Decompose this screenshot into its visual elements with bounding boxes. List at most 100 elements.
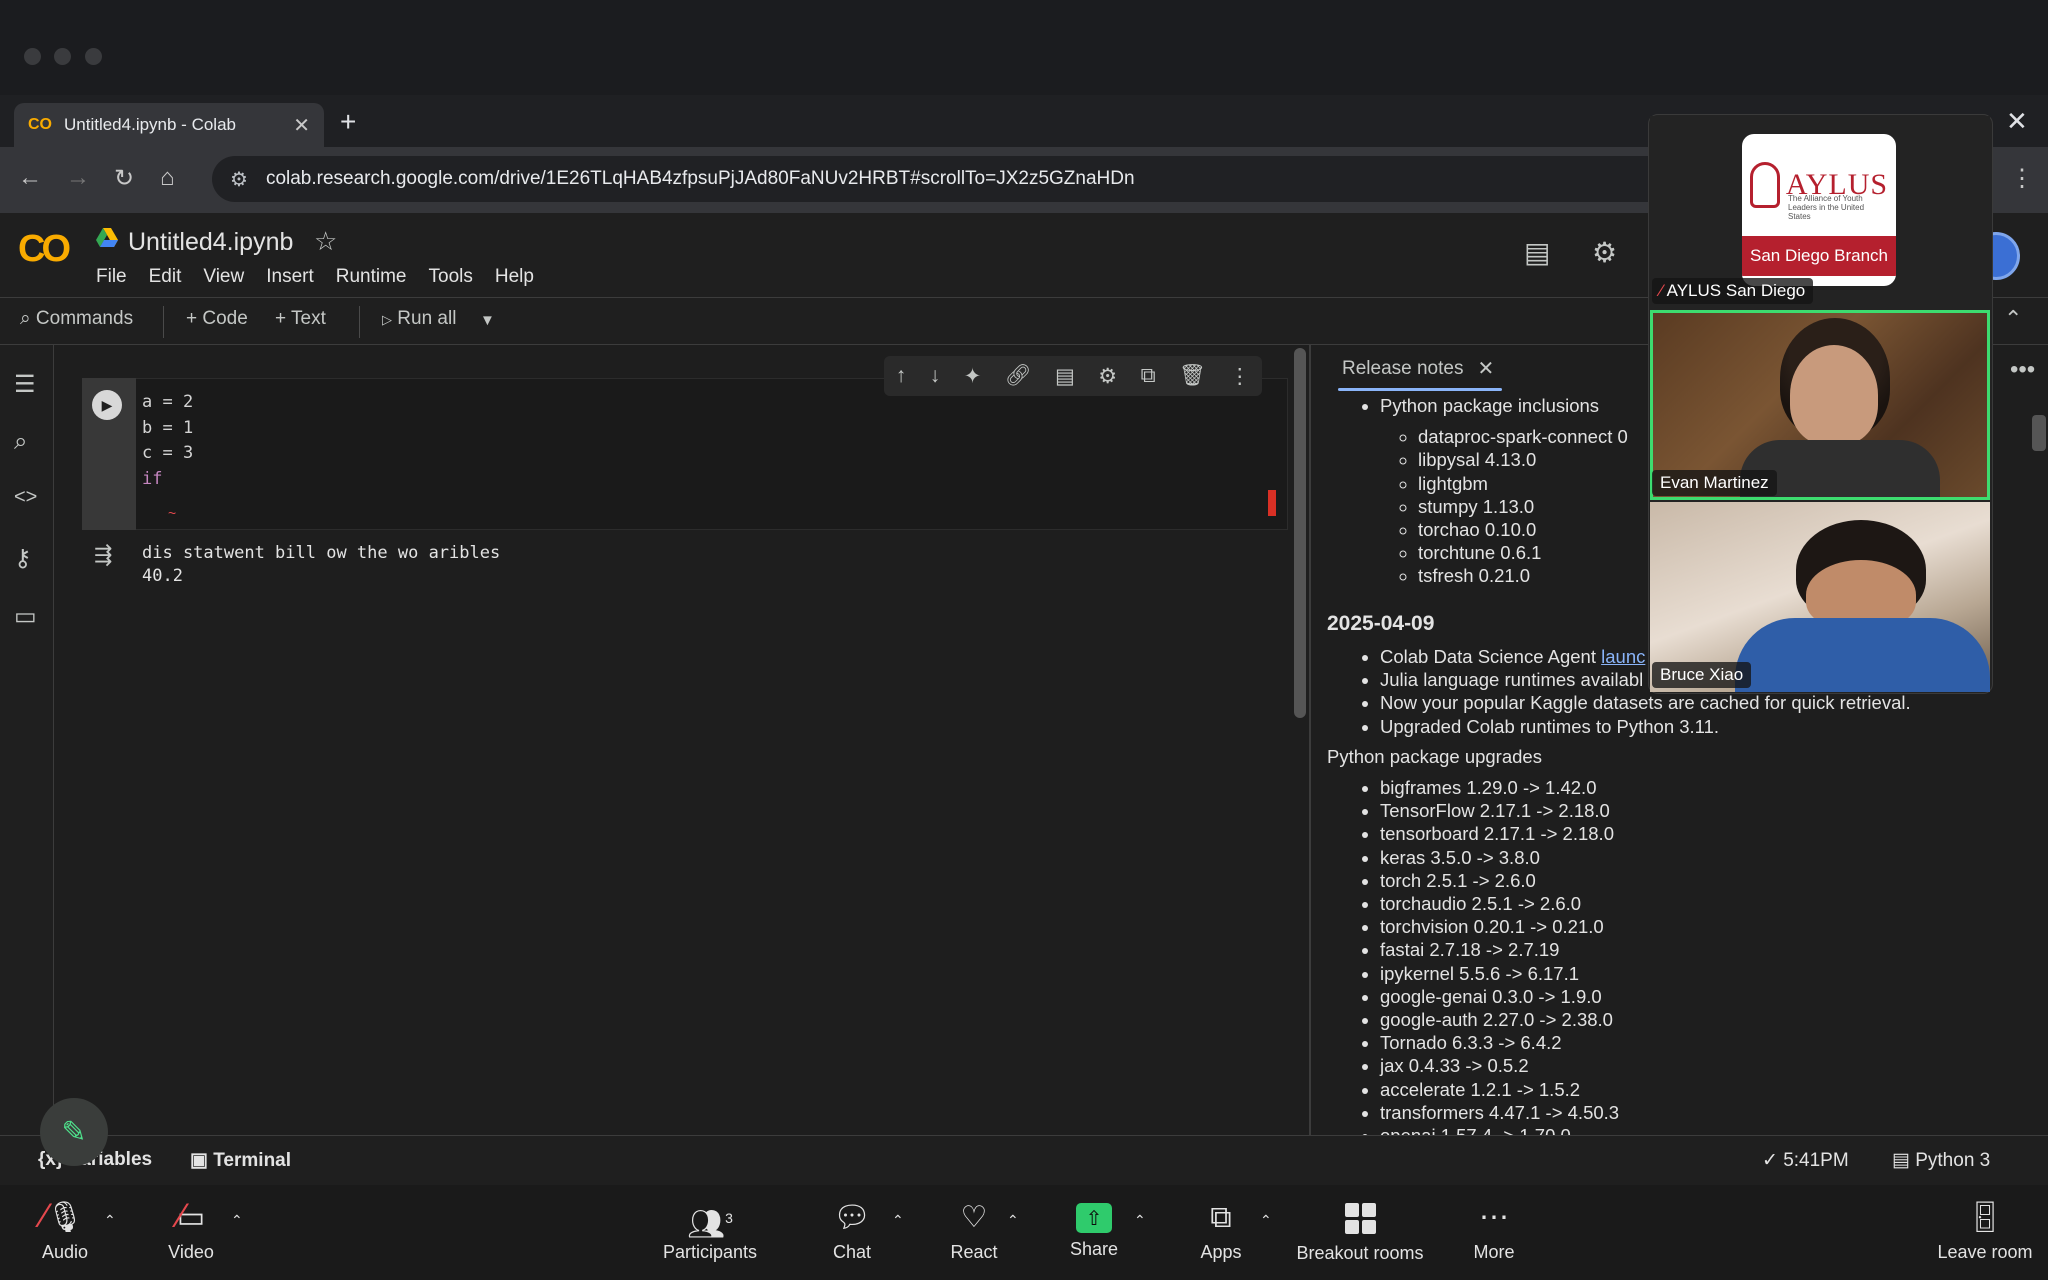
link-icon[interactable]: 🔗︎ [1005, 364, 1032, 388]
comment-icon[interactable]: ▤ [1055, 364, 1075, 389]
url-text: colab.research.google.com/drive/1E26TLqH… [265, 168, 1135, 189]
code-editor[interactable]: a = 2 b = 1 c = 3 if [142, 390, 193, 492]
launch-link[interactable]: launc [1601, 646, 1645, 667]
mirror-cell-icon[interactable]: ⧉ [1141, 364, 1156, 388]
move-up-icon[interactable]: ↑ [896, 364, 907, 388]
more-horiz-icon: ⋯ [1479, 1201, 1509, 1234]
close-window-button[interactable] [24, 48, 41, 65]
breakout-rooms-button[interactable]: Breakout rooms [1284, 1200, 1436, 1264]
collapse-header-icon[interactable]: ⌃ [2004, 306, 2022, 332]
run-all-button[interactable]: ▷ Run all [382, 308, 456, 330]
runtime-indicator[interactable]: ▤ Python 3 [1892, 1149, 1990, 1172]
table-of-contents-icon[interactable]: ☰ [14, 370, 36, 399]
video-button[interactable]: ▭ ⁄ Video [131, 1198, 251, 1263]
home-icon[interactable]: ⌂ [160, 164, 175, 192]
browser-menu-icon[interactable]: ⋮ [2010, 164, 2034, 193]
more-button[interactable]: ⋯ More [1434, 1200, 1554, 1263]
close-icon[interactable]: ✕ [2006, 106, 2028, 137]
participants-button[interactable]: 👥︎3 Participants [650, 1200, 770, 1263]
execution-status[interactable]: ✓ 5:41PM [1762, 1149, 1849, 1172]
run-all-dropdown-icon[interactable]: ▼ [480, 312, 495, 329]
menu-file[interactable]: File [96, 266, 127, 288]
list-item: google-auth 2.27.0 -> 2.38.0 [1380, 1008, 1619, 1031]
colab-logo[interactable]: CO [18, 228, 71, 271]
settings-gear-icon[interactable]: ⚙ [1592, 236, 1617, 269]
terminal-button[interactable]: ▣ Terminal [190, 1149, 291, 1172]
back-arrow-icon[interactable]: ← [18, 164, 42, 192]
list-item: jax 0.4.33 -> 0.5.2 [1380, 1054, 1619, 1077]
star-icon[interactable]: ☆ [314, 226, 337, 257]
menu-view[interactable]: View [203, 266, 244, 288]
colab-favicon: CO [28, 116, 52, 133]
notebook-title[interactable]: Untitled4.ipynb [128, 228, 293, 257]
apps-button[interactable]: ⧉ Apps [1161, 1200, 1281, 1263]
code-line: c = 3 [142, 443, 194, 463]
leave-room-button[interactable]: 🚪︎ Leave room [1925, 1200, 2045, 1263]
comments-icon[interactable]: ▤ [1524, 236, 1550, 269]
share-button[interactable]: ⇧ Share [1034, 1200, 1154, 1260]
close-icon[interactable]: ✕ [1477, 356, 1494, 381]
runtime-icon: ▤ [1892, 1150, 1910, 1171]
address-bar[interactable]: ⚙ colab.research.google.com/drive/1E26TL… [212, 156, 1672, 202]
release-notes-scrollbar[interactable] [2032, 415, 2046, 451]
play-icon: ▷ [382, 312, 392, 327]
delete-icon[interactable]: 🗑︎ [1179, 364, 1206, 388]
browser-tab[interactable]: CO Untitled4.ipynb - Colab ✕ [14, 103, 324, 147]
heart-icon: ♡ [960, 1201, 988, 1234]
add-text-button[interactable]: + Text [275, 308, 326, 330]
tab-release-notes[interactable]: Release notes ✕ [1342, 356, 1494, 381]
list-item: libpysal 4.13.0 [1418, 448, 1628, 471]
video-options-caret-icon[interactable]: ⌃ [231, 1212, 243, 1229]
menu-runtime[interactable]: Runtime [336, 266, 407, 288]
output-clear-icon[interactable]: ⇶ [94, 542, 112, 568]
files-folder-icon[interactable]: ▭ [14, 602, 37, 631]
site-settings-icon[interactable]: ⚙ [230, 167, 248, 192]
new-tab-button[interactable]: + [340, 106, 356, 138]
audio-button[interactable]: 🎙︎ ⁄ Audio [5, 1198, 125, 1263]
apps-options-caret-icon[interactable]: ⌃ [1260, 1212, 1272, 1229]
share-options-caret-icon[interactable]: ⌃ [1134, 1212, 1146, 1229]
list-item: stumpy 1.13.0 [1418, 495, 1628, 518]
chat-button[interactable]: 💬︎ Chat [792, 1200, 912, 1263]
annotate-pen-icon[interactable]: ✎ [40, 1098, 108, 1166]
more-horiz-icon[interactable]: ••• [2010, 356, 2035, 384]
list-item: TensorFlow 2.17.1 -> 2.18.0 [1380, 799, 1619, 822]
menu-insert[interactable]: Insert [266, 266, 314, 288]
move-down-icon[interactable]: ↓ [930, 364, 941, 388]
add-code-button[interactable]: + Code [186, 308, 248, 330]
find-replace-icon[interactable]: ⌕ [14, 428, 27, 456]
reload-icon[interactable]: ↻ [114, 164, 134, 193]
list-item: tensorboard 2.17.1 -> 2.18.0 [1380, 822, 1619, 845]
close-tab-icon[interactable]: ✕ [293, 113, 310, 138]
list-item: ipykernel 5.5.6 -> 6.17.1 [1380, 962, 1619, 985]
code-cell[interactable] [82, 378, 1288, 530]
list-item: transformers 4.47.1 -> 4.50.3 [1380, 1101, 1619, 1124]
minimize-window-button[interactable] [54, 48, 71, 65]
left-sidebar [0, 345, 54, 1135]
menu-edit[interactable]: Edit [149, 266, 182, 288]
cell-settings-icon[interactable]: ⚙ [1098, 364, 1117, 389]
react-button[interactable]: ♡ React [914, 1200, 1034, 1263]
release-notes-section: Python package inclusions dataproc-spark… [1362, 394, 1628, 588]
release-date-heading: 2025-04-09 [1327, 612, 1435, 635]
apps-icon: ⧉ [1210, 1201, 1232, 1234]
more-vert-icon[interactable]: ⋮ [1229, 364, 1250, 389]
zoom-window-button[interactable] [85, 48, 102, 65]
participants-icon: 👥︎3 [687, 1208, 733, 1241]
code-snippets-icon[interactable]: <> [14, 486, 37, 509]
react-options-caret-icon[interactable]: ⌃ [1007, 1212, 1019, 1229]
forward-arrow-icon[interactable]: → [66, 164, 90, 192]
breakout-rooms-icon [1344, 1203, 1376, 1234]
google-drive-icon [96, 228, 118, 247]
gemini-sparkle-icon[interactable]: ✦ [964, 364, 982, 389]
menu-help[interactable]: Help [495, 266, 534, 288]
commands-button[interactable]: ⌕ Commands [20, 308, 133, 330]
audio-options-caret-icon[interactable]: ⌃ [104, 1212, 116, 1229]
chat-options-caret-icon[interactable]: ⌃ [892, 1212, 904, 1229]
menu-tools[interactable]: Tools [429, 266, 473, 288]
notebook-scrollbar[interactable] [1294, 348, 1306, 718]
window-titlebar [0, 0, 2048, 95]
run-cell-button[interactable]: ▶ [92, 390, 122, 420]
list-item: torchtune 0.6.1 [1418, 541, 1628, 564]
secrets-key-icon[interactable]: ⚷ [14, 544, 32, 573]
